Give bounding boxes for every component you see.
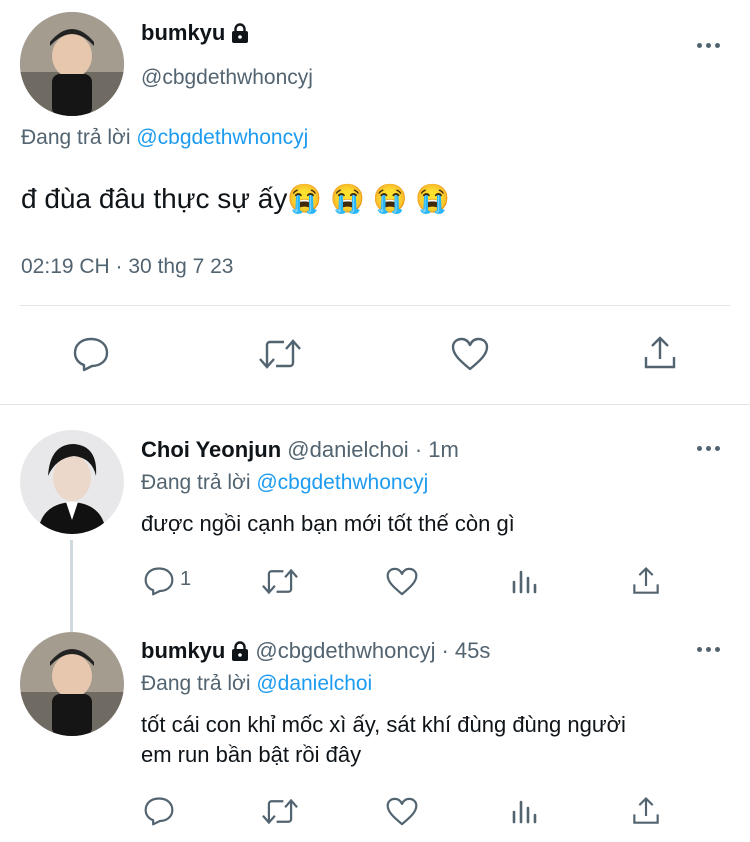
more-icon[interactable]: [697, 647, 720, 652]
retweet-icon[interactable]: [258, 337, 302, 371]
replying-to: Đang trả lời @cbgdethwhoncyj: [141, 471, 428, 495]
retweet-icon[interactable]: [261, 567, 299, 596]
tweet-time[interactable]: · 1m: [415, 437, 459, 462]
avatar-photo: [20, 632, 124, 736]
like-icon[interactable]: [386, 567, 418, 596]
like-icon[interactable]: [451, 337, 489, 371]
tweet-time[interactable]: · 45s: [441, 638, 490, 664]
avatar[interactable]: [20, 430, 124, 534]
reply-icon[interactable]: [143, 566, 175, 596]
avatar-photo: [20, 430, 124, 534]
retweet-icon[interactable]: [261, 797, 299, 826]
replying-to-handle[interactable]: @danielchoi: [256, 672, 372, 695]
like-icon[interactable]: [386, 797, 418, 826]
lock-icon: [232, 641, 249, 661]
replying-to: Đang trả lời @cbgdethwhoncyj: [21, 126, 308, 150]
user-handle[interactable]: @danielchoi: [287, 437, 408, 462]
section-divider: [0, 404, 750, 405]
display-name[interactable]: Choi Yeonjun: [141, 437, 281, 462]
tweet-text: đ đùa đâu thực sự ấy😭 😭 😭 😭: [21, 183, 451, 214]
share-icon[interactable]: [642, 335, 678, 371]
avatar[interactable]: [20, 12, 124, 116]
avatar-photo: [20, 12, 124, 116]
avatar[interactable]: [20, 632, 124, 736]
views-icon[interactable]: [512, 798, 538, 824]
reply-count: 1: [180, 568, 192, 590]
replying-to-handle[interactable]: @cbgdethwhoncyj: [256, 471, 428, 494]
tweet-text-line-1: tốt cái con khỉ mốc xì ấy, sát khí đùng …: [141, 712, 626, 737]
share-icon[interactable]: [631, 796, 661, 826]
user-handle[interactable]: @cbgdethwhoncyj: [141, 66, 313, 90]
replying-to-handle[interactable]: @cbgdethwhoncyj: [136, 126, 308, 149]
more-icon[interactable]: [697, 446, 720, 451]
display-name[interactable]: bumkyu: [141, 638, 225, 664]
more-icon[interactable]: [697, 43, 720, 48]
display-name[interactable]: bumkyu: [141, 20, 225, 46]
lock-icon: [232, 23, 249, 43]
user-handle[interactable]: @cbgdethwhoncyj: [255, 638, 435, 664]
thread-line: [70, 540, 73, 632]
share-icon[interactable]: [631, 566, 661, 596]
reply-icon[interactable]: [72, 336, 110, 372]
replying-to-label: Đang trả lời: [141, 672, 251, 695]
tweet-timestamp[interactable]: 02:19 CH · 30 thg 7 23: [21, 255, 233, 279]
timestamp-divider: [20, 305, 730, 306]
replying-to: Đang trả lời @danielchoi: [141, 672, 372, 696]
views-icon[interactable]: [512, 568, 538, 594]
tweet-text: được ngồi cạnh bạn mới tốt thế còn gì: [141, 511, 515, 536]
tweet-text-line-2: em run bần bật rồi đây: [141, 742, 362, 767]
reply-icon[interactable]: [143, 796, 175, 826]
replying-to-label: Đang trả lời: [141, 471, 251, 494]
replying-to-label: Đang trả lời: [21, 126, 131, 149]
